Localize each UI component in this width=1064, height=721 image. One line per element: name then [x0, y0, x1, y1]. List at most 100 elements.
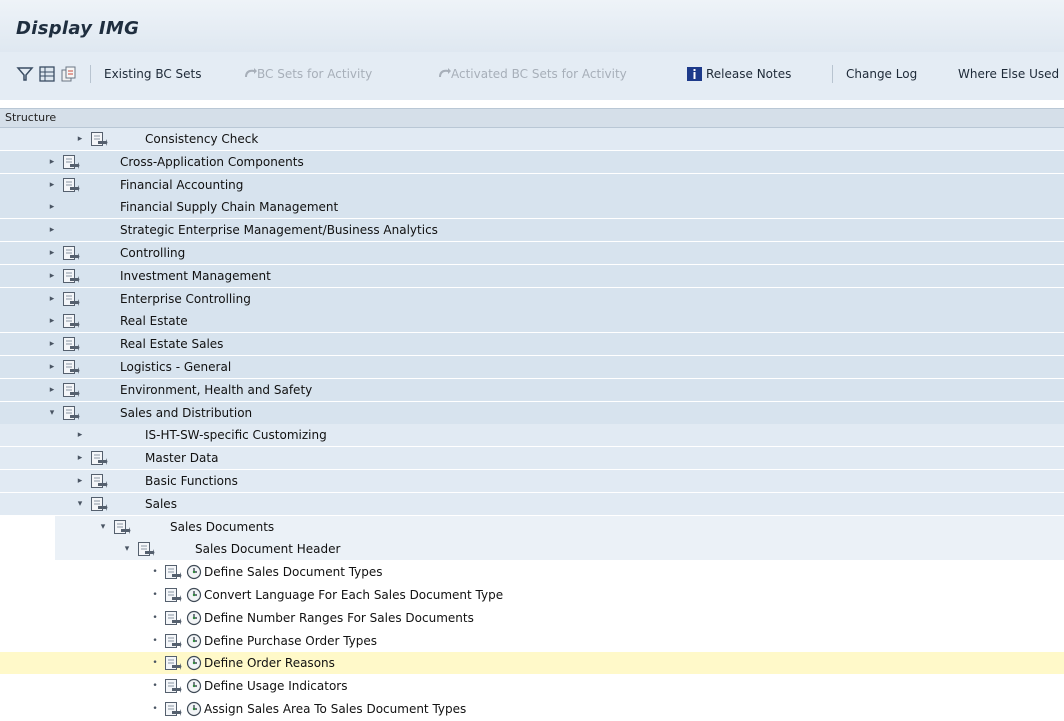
documentation-icon[interactable]	[62, 359, 80, 376]
tree-node-label[interactable]: Enterprise Controlling	[120, 292, 251, 306]
expand-arrow-icon[interactable]: ▸	[47, 315, 57, 327]
tree-node-label[interactable]: Controlling	[120, 246, 185, 260]
tree-node-label[interactable]: Investment Management	[120, 269, 271, 283]
expand-arrow-icon[interactable]: ▸	[47, 384, 57, 396]
tree-node[interactable]: ▸ Environment, Health and Safety	[0, 378, 1064, 402]
documentation-icon[interactable]	[90, 450, 108, 467]
tree-node[interactable]: ▸ Real Estate	[0, 310, 1064, 334]
collapse-arrow-icon[interactable]: ▾	[122, 543, 132, 555]
expand-arrow-icon[interactable]: ▸	[47, 156, 57, 168]
tree-node-label[interactable]: IS-HT-SW-specific Customizing	[145, 428, 327, 442]
tree-node[interactable]: ▸ Controlling	[0, 242, 1064, 265]
tree-node-label[interactable]: Cross-Application Components	[120, 155, 304, 169]
tree-node[interactable]: ▾ Sales	[0, 492, 1064, 516]
documentation-icon[interactable]	[62, 336, 80, 353]
expand-arrow-icon[interactable]: ▸	[47, 270, 57, 282]
tree-node-label[interactable]: Sales Document Header	[195, 542, 340, 556]
tree-node-label[interactable]: Consistency Check	[145, 132, 258, 146]
tree-node-label[interactable]: Basic Functions	[145, 474, 238, 488]
documentation-icon[interactable]	[90, 473, 108, 490]
tree-node-label[interactable]: Convert Language For Each Sales Document…	[204, 588, 503, 602]
expand-arrow-icon[interactable]: ▸	[47, 201, 57, 213]
documentation-icon[interactable]	[62, 382, 80, 399]
tree-node-label[interactable]: Assign Sales Area To Sales Document Type…	[204, 702, 466, 716]
collapse-arrow-icon[interactable]: ▾	[47, 407, 57, 419]
documentation-icon[interactable]	[62, 313, 80, 330]
execute-activity-icon[interactable]	[186, 678, 202, 694]
tree-node-label[interactable]: Define Purchase Order Types	[204, 634, 377, 648]
filter-icon[interactable]	[16, 65, 34, 83]
expand-arrow-icon[interactable]: ▸	[75, 475, 85, 487]
documentation-icon[interactable]	[62, 268, 80, 285]
execute-activity-icon[interactable]	[186, 633, 202, 649]
tree-node[interactable]: • Define Sales Document Types	[0, 561, 1064, 585]
tree-node-label[interactable]: Define Order Reasons	[204, 656, 335, 670]
documentation-icon[interactable]	[164, 587, 182, 604]
where-else-used-button[interactable]: Where Else Used	[958, 65, 1059, 83]
documentation-icon[interactable]	[164, 655, 182, 672]
tree-node-label[interactable]: Define Sales Document Types	[204, 565, 383, 579]
tree-node[interactable]: • Define Purchase Order Types	[0, 630, 1064, 653]
tree-node[interactable]: ▸ Consistency Check	[0, 128, 1064, 151]
tree-node-label[interactable]: Define Number Ranges For Sales Documents	[204, 611, 474, 625]
tree-node[interactable]: ▾ Sales Document Header	[55, 538, 1064, 562]
bc-sets-for-activity-button[interactable]: BC Sets for Activity	[257, 65, 372, 83]
tree-node[interactable]: ▸ Logistics - General	[0, 356, 1064, 379]
tree-node-label[interactable]: Sales	[145, 497, 177, 511]
tree-node[interactable]: ▸ Financial Accounting	[0, 173, 1064, 197]
tree-node[interactable]: ▸ Real Estate Sales	[0, 333, 1064, 357]
execute-activity-icon[interactable]	[186, 701, 202, 717]
tree-node[interactable]: ▸ Strategic Enterprise Management/Busines…	[0, 219, 1064, 243]
expand-arrow-icon[interactable]: ▸	[75, 452, 85, 464]
table-icon[interactable]	[38, 65, 56, 83]
tree-node-label[interactable]: Sales and Distribution	[120, 406, 252, 420]
execute-activity-icon[interactable]	[186, 655, 202, 671]
documentation-icon[interactable]	[164, 633, 182, 650]
documentation-icon[interactable]	[137, 541, 155, 558]
expand-arrow-icon[interactable]: ▸	[47, 338, 57, 350]
tree-node[interactable]: ▸ Enterprise Controlling	[0, 287, 1064, 311]
collapse-arrow-icon[interactable]: ▾	[75, 498, 85, 510]
documentation-icon[interactable]	[62, 177, 80, 194]
execute-activity-icon[interactable]	[186, 610, 202, 626]
tree-node-label[interactable]: Define Usage Indicators	[204, 679, 347, 693]
tree-node[interactable]: • Assign Sales Area To Sales Document Typ…	[0, 698, 1064, 721]
tree-node[interactable]: ▸ IS-HT-SW-specific Customizing	[0, 424, 1064, 448]
tree-node[interactable]: ▾ Sales and Distribution	[0, 401, 1064, 425]
expand-arrow-icon[interactable]: ▸	[75, 133, 85, 145]
copy-icon[interactable]	[60, 65, 78, 83]
documentation-icon[interactable]	[62, 405, 80, 422]
expand-arrow-icon[interactable]: ▸	[47, 224, 57, 236]
documentation-icon[interactable]	[164, 610, 182, 627]
execute-activity-icon[interactable]	[186, 587, 202, 603]
tree-node-label[interactable]: Financial Accounting	[120, 178, 243, 192]
expand-arrow-icon[interactable]: ▸	[47, 293, 57, 305]
release-notes-button[interactable]: Release Notes	[706, 65, 791, 83]
documentation-icon[interactable]	[164, 564, 182, 581]
collapse-arrow-icon[interactable]: ▾	[98, 521, 108, 533]
tree-node-label[interactable]: Master Data	[145, 451, 218, 465]
existing-bc-sets-button[interactable]: Existing BC Sets	[104, 65, 202, 83]
tree-node[interactable]: • Define Number Ranges For Sales Document…	[0, 607, 1064, 630]
execute-activity-icon[interactable]	[186, 564, 202, 580]
documentation-icon[interactable]	[164, 701, 182, 718]
change-log-button[interactable]: Change Log	[846, 65, 917, 83]
expand-arrow-icon[interactable]: ▸	[47, 361, 57, 373]
documentation-icon[interactable]	[62, 154, 80, 171]
tree-node[interactable]: • Define Order Reasons	[0, 652, 1064, 676]
tree-node-label[interactable]: Sales Documents	[170, 520, 274, 534]
tree-node[interactable]: • Define Usage Indicators	[0, 675, 1064, 699]
tree-node[interactable]: • Convert Language For Each Sales Documen…	[0, 584, 1064, 607]
tree-node-label[interactable]: Real Estate	[120, 314, 188, 328]
tree-node[interactable]: ▸ Cross-Application Components	[0, 150, 1064, 174]
documentation-icon[interactable]	[164, 678, 182, 695]
tree-node-label[interactable]: Financial Supply Chain Management	[120, 200, 338, 214]
tree-node[interactable]: ▾ Sales Documents	[55, 515, 1064, 539]
expand-arrow-icon[interactable]: ▸	[47, 179, 57, 191]
documentation-icon[interactable]	[90, 496, 108, 513]
documentation-icon[interactable]	[113, 519, 131, 536]
tree-node[interactable]: ▸ Basic Functions	[0, 470, 1064, 493]
tree-node-label[interactable]: Logistics - General	[120, 360, 231, 374]
tree-node-label[interactable]: Environment, Health and Safety	[120, 383, 312, 397]
expand-arrow-icon[interactable]: ▸	[47, 247, 57, 259]
